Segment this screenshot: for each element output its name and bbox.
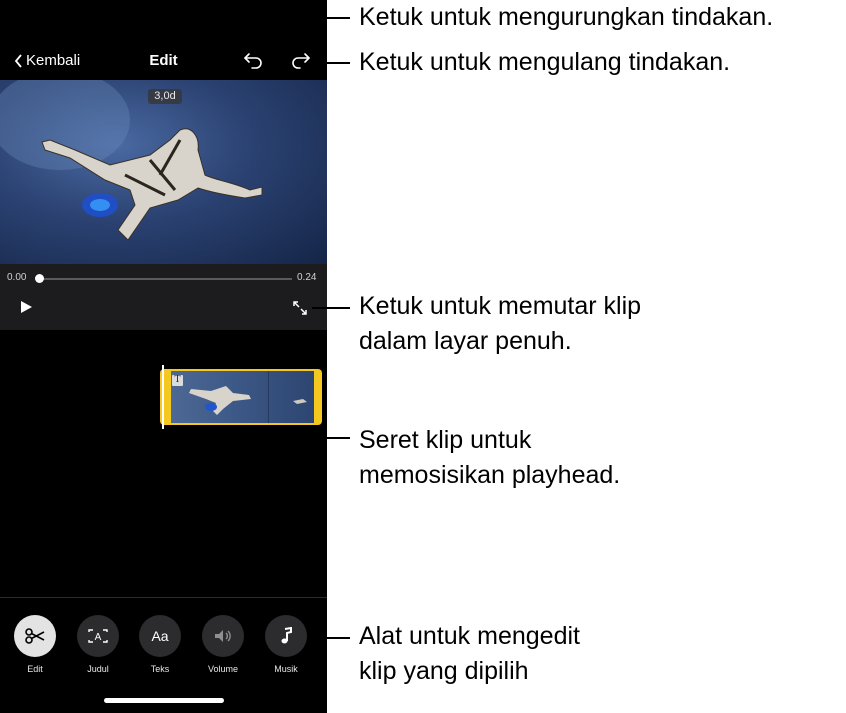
fullscreen-callout-text-1: Ketuk untuk memutar klip xyxy=(359,292,642,320)
title-box-icon: A xyxy=(88,629,108,643)
tools-callout-text-1: Alat untuk mengedit xyxy=(359,622,580,650)
playhead xyxy=(162,365,164,429)
redo-icon[interactable] xyxy=(288,50,312,72)
title-marker-icon: T xyxy=(172,375,183,386)
undo-callout-line xyxy=(265,17,350,19)
music-tool-label: Musik xyxy=(274,664,298,674)
playback-controls xyxy=(0,264,327,330)
scrubber-knob[interactable] xyxy=(35,274,44,283)
text-aa-icon: Aa xyxy=(151,628,168,644)
undo-callout-connector xyxy=(265,17,267,51)
undo-callout-text: Ketuk untuk mengurungkan tindakan. xyxy=(359,3,774,31)
music-tool-button[interactable] xyxy=(265,615,307,657)
video-viewer[interactable] xyxy=(0,80,327,264)
toolbar-divider xyxy=(0,597,327,598)
time-end: 0.24 xyxy=(297,272,317,283)
home-indicator xyxy=(104,698,224,703)
playhead-callout-text-1: Seret klip untuk xyxy=(359,426,532,454)
text-tool-label: Teks xyxy=(150,664,170,674)
scissors-icon xyxy=(25,628,45,644)
svg-text:A: A xyxy=(95,632,102,643)
title-tool-label: Judul xyxy=(87,664,109,674)
time-start: 0.00 xyxy=(7,272,27,283)
playhead-callout-line xyxy=(163,437,350,439)
edit-tool-button[interactable] xyxy=(14,615,56,657)
duration-badge: 3,0d xyxy=(148,89,182,104)
volume-tool-label: Volume xyxy=(207,664,239,674)
page-title: Edit xyxy=(149,52,178,69)
fullscreen-callout-line xyxy=(312,307,350,309)
playhead-callout-text-2: memosisikan playhead. xyxy=(359,461,621,489)
fullscreen-icon[interactable] xyxy=(292,300,308,316)
edit-tool-label: Edit xyxy=(27,664,43,674)
tools-callout-text-2: klip yang dipilih xyxy=(359,657,529,685)
text-tool-button[interactable]: Aa xyxy=(139,615,181,657)
tools-callout-line xyxy=(310,637,350,639)
volume-tool-button[interactable] xyxy=(202,615,244,657)
speaker-icon xyxy=(215,630,231,642)
redo-callout-text: Ketuk untuk mengulang tindakan. xyxy=(359,48,731,76)
undo-icon[interactable] xyxy=(242,50,266,72)
fullscreen-callout-text-2: dalam layar penuh. xyxy=(359,327,572,355)
clip-frame-image xyxy=(189,386,307,415)
svg-text:Aa: Aa xyxy=(151,628,168,644)
skydiver-image xyxy=(0,80,263,241)
redo-callout-line xyxy=(316,62,350,64)
clip-thumbnail xyxy=(171,371,314,423)
title-tool-button[interactable]: A xyxy=(77,615,119,657)
music-note-icon xyxy=(281,627,292,644)
scrubber-track[interactable] xyxy=(40,278,292,280)
play-icon[interactable] xyxy=(19,300,33,314)
clip-frame-divider xyxy=(268,371,269,423)
